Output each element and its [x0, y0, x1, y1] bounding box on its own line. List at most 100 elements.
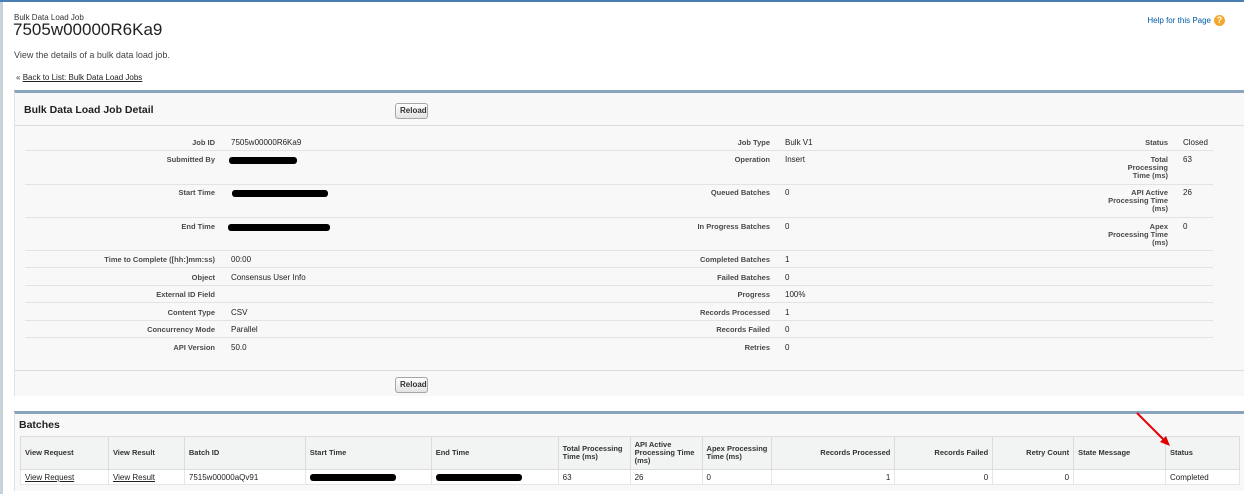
label-api-version: API Version [173, 343, 215, 352]
cell-retry-count: 0 [992, 469, 1075, 485]
reload-button-top[interactable]: Reload [395, 103, 428, 119]
cell-end-time [430, 469, 559, 485]
label-status: Status [1145, 138, 1168, 147]
cell-records-processed: 1 [771, 469, 896, 485]
col-header-total-processing-time[interactable]: Total Processing Time (ms) [557, 436, 631, 470]
col-header-batch-id[interactable]: Batch ID [183, 436, 306, 470]
label-operation: Operation [734, 155, 770, 164]
label-retries: Retries [744, 343, 770, 352]
row-divider [25, 150, 1213, 151]
cell-total-processing-time: 63 [557, 469, 631, 485]
batches-header-row: View Request View Result Batch ID Start … [20, 436, 1241, 470]
label-total-processing-time: Total Processing Time (ms) [1127, 155, 1168, 180]
col-header-start-time[interactable]: Start Time [304, 436, 432, 470]
label-external-id-field: External ID Field [156, 290, 215, 299]
value-queued-batches: 0 [785, 188, 790, 197]
label-submitted-by: Submitted By [166, 155, 215, 164]
value-retries: 0 [785, 343, 790, 352]
col-header-end-time[interactable]: End Time [430, 436, 559, 470]
redacted-batch-start-time [309, 473, 396, 481]
row-divider [25, 250, 1213, 251]
label-completed-batches: Completed Batches [699, 255, 770, 264]
help-link[interactable]: Help for this Page [1147, 16, 1211, 25]
row-divider [25, 184, 1213, 185]
row-divider [25, 302, 1213, 303]
col-header-view-result[interactable]: View Result [107, 436, 185, 470]
back-prefix: « [16, 73, 21, 82]
cell-api-active-processing-time: 26 [629, 469, 703, 485]
value-job-type: Bulk V1 [785, 138, 813, 147]
help-icon[interactable]: ? [1214, 15, 1225, 26]
value-completed-batches: 1 [785, 255, 790, 264]
label-end-time: End Time [181, 222, 215, 231]
cell-status: Completed [1164, 469, 1241, 485]
redacted-start-time [232, 190, 328, 197]
job-detail-panel: Bulk Data Load Job Detail Reload Job ID … [14, 90, 1244, 396]
label-concurrency-mode: Concurrency Mode [147, 325, 215, 334]
col-header-api-active-processing-time[interactable]: API Active Processing Time (ms) [629, 436, 703, 470]
batches-panel: Batches View Request View Result Batch I… [14, 411, 1244, 491]
label-queued-batches: Queued Batches [710, 188, 770, 197]
value-operation: Insert [785, 155, 806, 164]
back-to-list-link[interactable]: Back to List: Bulk Data Load Jobs [23, 73, 143, 82]
redacted-submitted-by [229, 157, 297, 164]
label-time-to-complete: Time to Complete ([hh:]mm:ss) [104, 255, 215, 264]
value-time-to-complete: 00:00 [231, 255, 252, 264]
label-job-type: Job Type [737, 138, 770, 147]
value-status: Closed [1183, 138, 1208, 147]
annotation-arrow-icon [1136, 412, 1170, 446]
help-area: Help for this Page ? [1147, 15, 1225, 26]
cell-view-request: View Request [20, 469, 109, 485]
view-result-link[interactable]: View Result [113, 473, 155, 482]
value-total-processing-time: 63 [1183, 155, 1192, 164]
row-divider [25, 320, 1213, 321]
reload-button-bottom[interactable]: Reload [395, 377, 428, 393]
col-header-view-request[interactable]: View Request [20, 436, 109, 470]
cell-records-failed: 0 [894, 469, 994, 485]
redacted-end-time [228, 224, 330, 231]
value-job-id: 7505w00000R6Ka9 [231, 138, 302, 147]
value-content-type: CSV [231, 308, 248, 317]
batches-table: View Request View Result Batch ID Start … [20, 436, 1241, 485]
col-header-records-processed[interactable]: Records Processed [771, 436, 896, 470]
label-start-time: Start Time [178, 188, 215, 197]
value-records-failed: 0 [785, 325, 790, 334]
value-failed-batches: 0 [785, 273, 790, 282]
redacted-batch-end-time [435, 473, 522, 481]
value-apex-processing-time: 0 [1183, 222, 1188, 231]
window-left-border [0, 0, 3, 494]
row-divider [25, 217, 1213, 218]
value-api-version: 50.0 [231, 343, 247, 352]
value-object: Consensus User Info [231, 273, 306, 282]
value-records-processed: 1 [785, 308, 790, 317]
detail-footer-divider [15, 370, 1244, 371]
row-divider [25, 337, 1213, 338]
view-request-link[interactable]: View Request [25, 473, 74, 482]
label-records-failed: Records Failed [716, 325, 770, 334]
cell-apex-processing-time: 0 [701, 469, 773, 485]
label-api-active-processing-time: API Active Processing Time (ms) [1108, 188, 1168, 213]
value-api-active-processing-time: 26 [1183, 188, 1192, 197]
label-object: Object [191, 273, 215, 282]
page-description: View the details of a bulk data load job… [14, 50, 170, 60]
detail-section-title: Bulk Data Load Job Detail [24, 104, 154, 116]
table-row: View Request View Result 7515w00000aQv91… [20, 469, 1241, 485]
cell-batch-id: 7515w00000aQv91 [183, 469, 306, 485]
page-title: 7505w00000R6Ka9 [13, 20, 163, 39]
window-top-border [0, 0, 1244, 2]
cell-state-message [1073, 469, 1166, 485]
col-header-apex-processing-time[interactable]: Apex Processing Time (ms) [701, 436, 773, 470]
detail-header-divider [15, 125, 1244, 126]
col-header-records-failed[interactable]: Records Failed [894, 436, 994, 470]
label-apex-processing-time: Apex Processing Time (ms) [1108, 222, 1168, 247]
label-records-processed: Records Processed [699, 308, 770, 317]
cell-view-result: View Result [107, 469, 185, 485]
col-header-retry-count[interactable]: Retry Count [992, 436, 1075, 470]
row-divider [25, 267, 1213, 268]
label-job-id: Job ID [192, 138, 215, 147]
batches-section-title: Batches [19, 419, 60, 431]
row-divider [25, 285, 1213, 286]
value-concurrency-mode: Parallel [231, 325, 258, 334]
label-in-progress-batches: In Progress Batches [697, 222, 770, 231]
value-in-progress-batches: 0 [785, 222, 790, 231]
